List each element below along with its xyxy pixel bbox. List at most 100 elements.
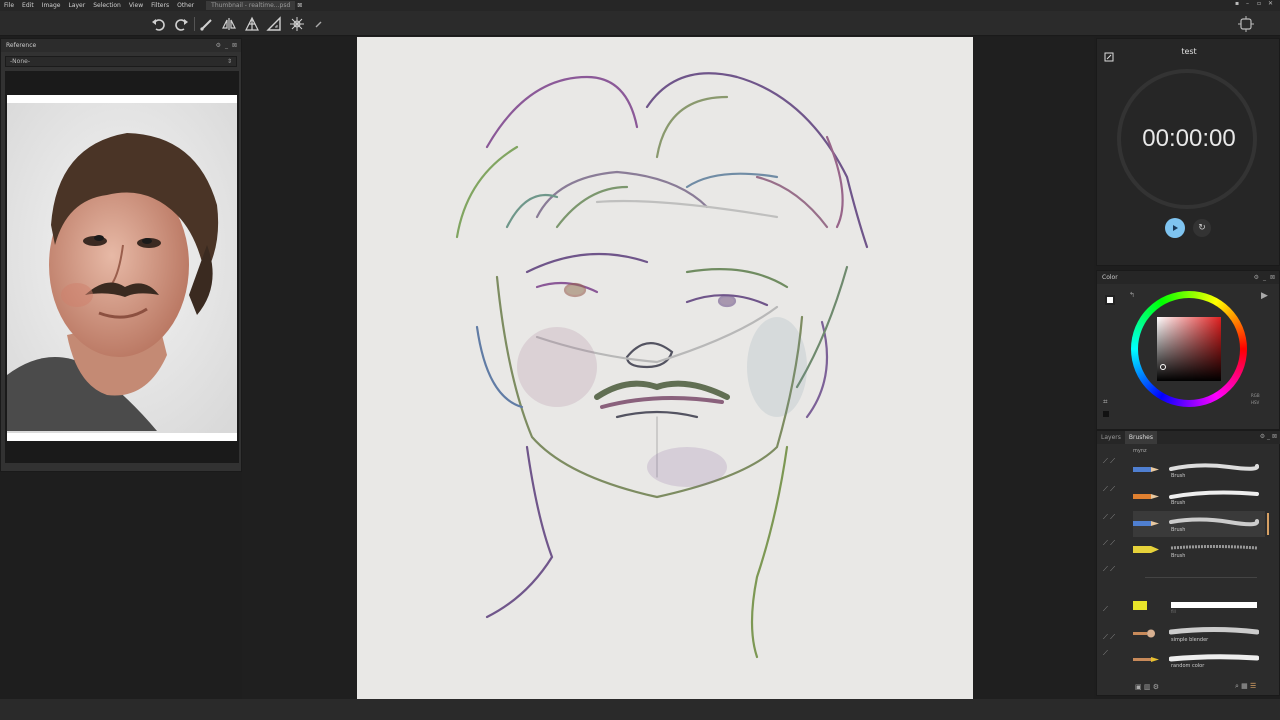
timer-value: 00:00:00: [1142, 125, 1236, 152]
reference-photo: [7, 95, 237, 441]
menu-selection[interactable]: Selection: [89, 2, 125, 9]
reset-button[interactable]: ↻: [1193, 219, 1211, 237]
menu-image[interactable]: Image: [38, 2, 65, 9]
color-panel-title: Color: [1102, 274, 1118, 281]
status-bar: [0, 699, 1280, 720]
reference-panel-header: Reference ⚙ _ ⊠: [1, 39, 241, 52]
brush-panel-actions: ▣ ▥ ⚙: [1135, 683, 1159, 691]
lock-icon[interactable]: ▪: [1235, 0, 1241, 7]
panel-settings-icon[interactable]: ⚙ _ ⊠: [1260, 433, 1277, 440]
perspective-icon[interactable]: [243, 15, 261, 33]
brush-item[interactable]: fill: [1133, 593, 1265, 619]
reference-panel-title: Reference: [6, 42, 37, 49]
brush-item[interactable]: random color: [1133, 647, 1265, 673]
settings-gear-icon[interactable]: [1238, 16, 1254, 32]
reference-image-area: [5, 71, 239, 463]
document-tab-label: Thumbnail - realtime...psd: [211, 2, 291, 9]
maximize-icon[interactable]: ▫: [1257, 0, 1263, 7]
brush-settings-icon[interactable]: ⚙: [1153, 683, 1159, 691]
brush-item[interactable]: Brush: [1133, 484, 1265, 510]
play-button[interactable]: [1165, 218, 1185, 238]
grid-view-icon[interactable]: ▦: [1241, 682, 1248, 690]
undo-icon[interactable]: [150, 15, 168, 33]
search-icon[interactable]: ⌕: [1235, 682, 1239, 690]
brush-row-icons[interactable]: ⟋ ⟋: [1103, 565, 1115, 574]
redo-icon[interactable]: [172, 15, 190, 33]
minimize-icon[interactable]: –: [1246, 0, 1252, 7]
brush-row-icons[interactable]: ⟋: [1103, 605, 1108, 614]
brush-divider: [1145, 577, 1257, 578]
background-swatch[interactable]: [1103, 411, 1109, 417]
color-picker-handle[interactable]: [1160, 364, 1166, 370]
reference-select[interactable]: -None- ⇕: [5, 56, 237, 67]
reset-icon: ↻: [1198, 223, 1206, 233]
brush-item[interactable]: Brush: [1133, 537, 1265, 563]
ruler-icon[interactable]: [265, 15, 283, 33]
brush-name: Brush: [1171, 553, 1186, 559]
tab-layers[interactable]: Layers: [1097, 431, 1125, 444]
menu-other[interactable]: Other: [173, 2, 198, 9]
brush-row-icons[interactable]: ⟋ ⟋: [1103, 485, 1115, 494]
timer-panel: test 00:00:00 ↻: [1096, 38, 1280, 266]
sketch-drawing: [455, 72, 869, 659]
panel-settings-icon[interactable]: ⚙: [1254, 274, 1259, 281]
select-arrow-icon: ⇕: [226, 58, 232, 65]
brush-item-selected[interactable]: Brush: [1133, 511, 1265, 537]
rgb-mode-label[interactable]: RGB: [1251, 393, 1260, 398]
brush-name: random color: [1171, 663, 1205, 669]
reference-select-value: -None-: [10, 58, 30, 65]
brush-row-icons[interactable]: ⟋ ⟋: [1103, 633, 1115, 642]
brush-row-icons[interactable]: ⟋: [1103, 649, 1108, 658]
brushes-panel: Layers Brushes ⚙ _ ⊠ mynz ⟋ ⟋ Brush ⟋ ⟋ …: [1096, 430, 1280, 696]
brush-item[interactable]: simple blender: [1133, 621, 1265, 647]
menu-file[interactable]: File: [0, 2, 18, 9]
brush-item[interactable]: Brush: [1133, 457, 1265, 483]
pen-small-icon[interactable]: [310, 15, 328, 33]
symmetry-icon[interactable]: [220, 15, 238, 33]
color-panel-header: Color ⚙ _ ⊠: [1097, 271, 1279, 284]
brush-name: Brush: [1171, 500, 1186, 506]
close-icon[interactable]: ✕: [1268, 0, 1274, 7]
play-icon: [1173, 225, 1178, 231]
brush-name: Brush: [1171, 473, 1186, 479]
menu-edit[interactable]: Edit: [18, 2, 38, 9]
timer-title: test: [1181, 47, 1197, 56]
panel-minimize-icon[interactable]: _: [225, 42, 228, 49]
brush-row-icons[interactable]: ⟋ ⟋: [1103, 457, 1115, 466]
brush-row-icons[interactable]: ⟋ ⟋: [1103, 513, 1115, 522]
foreground-swatch[interactable]: [1105, 295, 1115, 305]
delete-brush-icon[interactable]: ▥: [1144, 683, 1151, 691]
swap-colors-icon[interactable]: ↰: [1129, 291, 1135, 299]
saturation-value-box[interactable]: [1157, 317, 1221, 381]
brush-tool-icon[interactable]: [198, 15, 216, 33]
window-controls: ▪ – ▫ ✕: [1235, 0, 1274, 7]
document-close-icon[interactable]: ⊠: [297, 2, 302, 9]
panel-settings-icon[interactable]: ⚙: [216, 42, 221, 49]
mandala-icon[interactable]: [288, 15, 306, 33]
drawing-canvas[interactable]: [357, 37, 973, 699]
brush-list-scrollbar[interactable]: [1267, 513, 1269, 535]
hsv-mode-label[interactable]: HSV: [1251, 400, 1259, 405]
play-mode-icon[interactable]: ▶: [1261, 291, 1268, 301]
brush-name: simple blender: [1171, 637, 1209, 643]
brush-name: Brush: [1171, 527, 1186, 533]
panel-close-icon[interactable]: ⊠: [232, 42, 237, 49]
new-brush-icon[interactable]: ▣: [1135, 683, 1142, 691]
tab-brushes[interactable]: Brushes: [1124, 431, 1157, 444]
toolbar: [0, 11, 1280, 36]
menu-view[interactable]: View: [125, 2, 147, 9]
reference-panel: Reference ⚙ _ ⊠ -None- ⇕: [0, 38, 242, 472]
brush-group-label: mynz: [1133, 448, 1147, 454]
color-panel: Color ⚙ _ ⊠ ↰ ▶ ⌗ RGB HSV: [1096, 270, 1280, 430]
panel-minimize-icon[interactable]: _: [1263, 274, 1266, 281]
menu-layer[interactable]: Layer: [64, 2, 89, 9]
brushes-panel-tabs: Layers Brushes ⚙ _ ⊠: [1097, 431, 1280, 444]
document-tab[interactable]: Thumbnail - realtime...psd: [206, 1, 296, 10]
list-view-icon[interactable]: ☰: [1250, 682, 1256, 690]
brush-view-controls: ⌕ ▦ ☰: [1235, 682, 1256, 691]
crop-icon[interactable]: ⌗: [1103, 397, 1108, 407]
brush-row-icons[interactable]: ⟋ ⟋: [1103, 539, 1115, 548]
menu-filters[interactable]: Filters: [147, 2, 173, 9]
brush-name: fill: [1171, 609, 1176, 614]
panel-close-icon[interactable]: ⊠: [1270, 274, 1275, 281]
